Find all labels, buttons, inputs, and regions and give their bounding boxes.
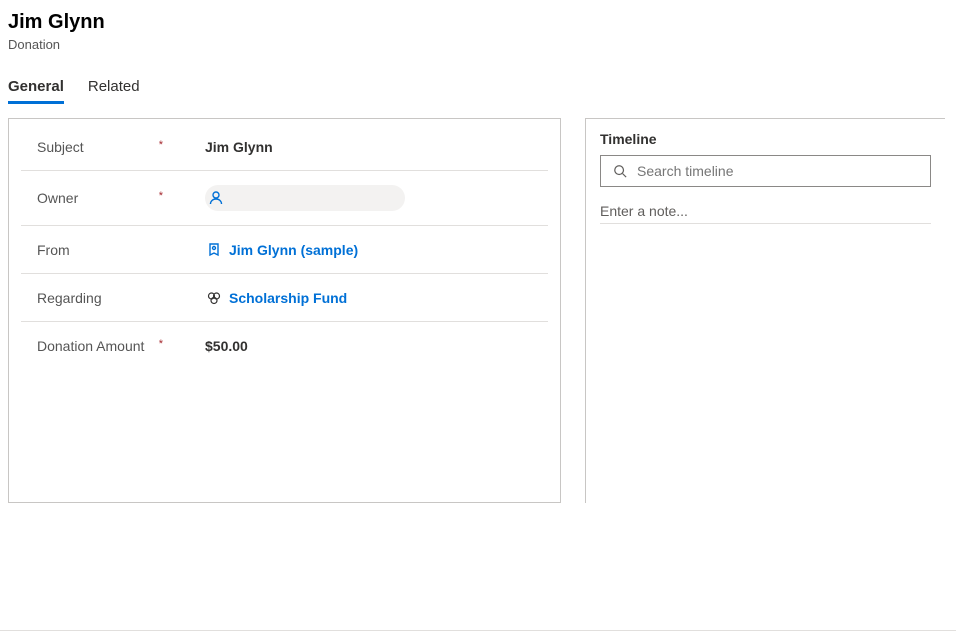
form-card: Subject * Jim Glynn Owner * xyxy=(8,118,561,503)
timeline-title: Timeline xyxy=(600,131,931,147)
field-subject[interactable]: Subject * Jim Glynn xyxy=(21,123,548,171)
entity-subtitle: Donation xyxy=(8,37,948,52)
field-from[interactable]: From Jim Glynn (sample) xyxy=(21,226,548,274)
tab-bar: General Related xyxy=(0,54,956,104)
required-mark: * xyxy=(159,190,163,202)
label-donation-amount: Donation Amount * xyxy=(21,338,181,354)
owner-lookup-pill[interactable] xyxy=(205,185,405,211)
tab-related[interactable]: Related xyxy=(88,78,140,104)
from-link[interactable]: Jim Glynn (sample) xyxy=(229,242,358,258)
required-mark: * xyxy=(159,139,163,151)
timeline-search[interactable] xyxy=(600,155,931,187)
timeline-card: Timeline Enter a note... xyxy=(585,118,945,503)
label-subject: Subject * xyxy=(21,139,181,155)
contact-icon xyxy=(205,241,223,259)
value-from[interactable]: Jim Glynn (sample) xyxy=(181,241,548,259)
label-from: From xyxy=(21,242,181,258)
regarding-link[interactable]: Scholarship Fund xyxy=(229,290,347,306)
search-icon xyxy=(611,162,629,180)
value-regarding[interactable]: Scholarship Fund xyxy=(181,289,548,307)
field-owner[interactable]: Owner * xyxy=(21,171,548,226)
field-regarding[interactable]: Regarding Scholarship Fund xyxy=(21,274,548,322)
label-owner: Owner * xyxy=(21,190,181,206)
person-icon xyxy=(207,189,225,207)
field-donation-amount[interactable]: Donation Amount * $50.00 xyxy=(21,322,548,370)
timeline-note-input[interactable]: Enter a note... xyxy=(600,199,931,224)
value-owner[interactable] xyxy=(181,185,548,211)
page-title: Jim Glynn xyxy=(8,10,948,35)
label-regarding: Regarding xyxy=(21,290,181,306)
value-donation-amount[interactable]: $50.00 xyxy=(181,338,548,354)
value-subject[interactable]: Jim Glynn xyxy=(181,139,548,155)
required-mark: * xyxy=(159,338,163,350)
tab-general[interactable]: General xyxy=(8,78,64,104)
timeline-search-input[interactable] xyxy=(637,163,920,179)
footer-divider xyxy=(0,630,956,631)
regarding-icon xyxy=(205,289,223,307)
